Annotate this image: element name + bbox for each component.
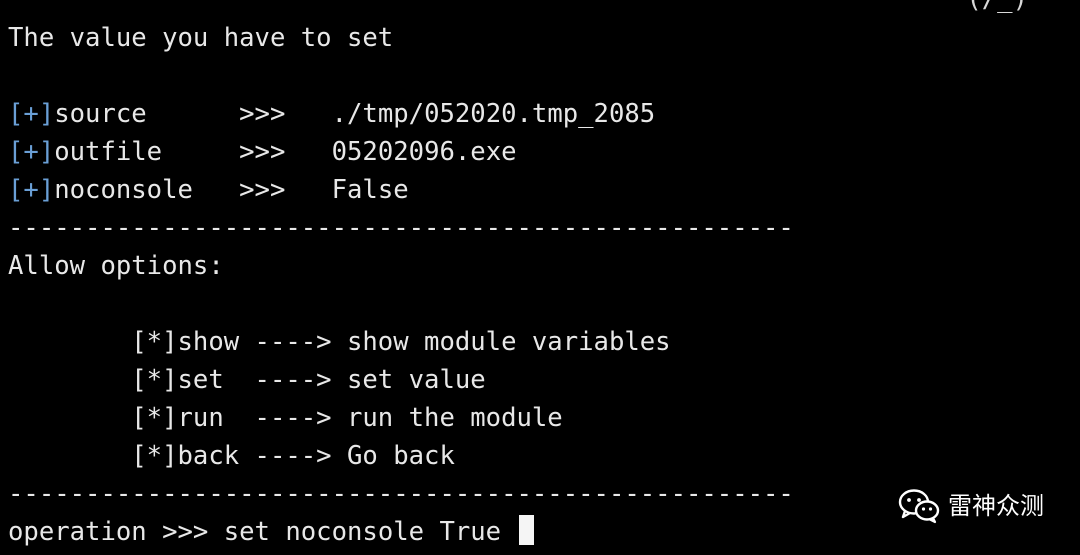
value-name: noconsole <box>54 175 209 205</box>
value-name: outfile <box>54 137 209 167</box>
option-back: [*]back ----> Go back <box>8 441 455 471</box>
plus-marker: [+] <box>8 99 55 129</box>
option-show: [*]show ----> show module variables <box>8 327 671 357</box>
wechat-icon <box>898 489 940 524</box>
top-edge-fragment: (/_) <box>966 0 1028 18</box>
value-row-source: [+]source >>> ./tmp/052020.tmp_2085 <box>8 95 655 133</box>
command-input[interactable]: set noconsole True <box>224 517 517 547</box>
value-text: False <box>316 175 409 205</box>
value-text: 05202096.exe <box>316 137 517 167</box>
value-name: source <box>54 99 209 129</box>
separator-line: ----------------------------------------… <box>8 213 794 243</box>
watermark-text: 雷神众测 <box>948 492 1044 520</box>
value-row-outfile: [+]outfile >>> 05202096.exe <box>8 133 517 171</box>
value-arrow: >>> <box>208 175 317 205</box>
option-set: [*]set ----> set value <box>8 365 486 395</box>
value-arrow: >>> <box>208 99 317 129</box>
values-heading: The value you have to set <box>8 23 394 53</box>
plus-marker: [+] <box>8 175 55 205</box>
text-cursor <box>518 515 534 545</box>
prompt-label: operation >>> <box>8 517 224 547</box>
terminal-window[interactable]: (/_) The value you have to set [+]source… <box>0 0 1080 555</box>
value-row-noconsole: [+]noconsole >>> False <box>8 171 409 209</box>
command-prompt-line[interactable]: operation >>> set noconsole True <box>8 513 534 551</box>
value-text: ./tmp/052020.tmp_2085 <box>316 99 656 129</box>
value-arrow: >>> <box>208 137 317 167</box>
plus-marker: [+] <box>8 137 55 167</box>
option-run: [*]run ----> run the module <box>8 403 563 433</box>
wechat-watermark: 雷神众测 <box>898 486 1044 526</box>
allow-options-heading: Allow options: <box>8 251 224 281</box>
separator-line: ----------------------------------------… <box>8 479 794 509</box>
